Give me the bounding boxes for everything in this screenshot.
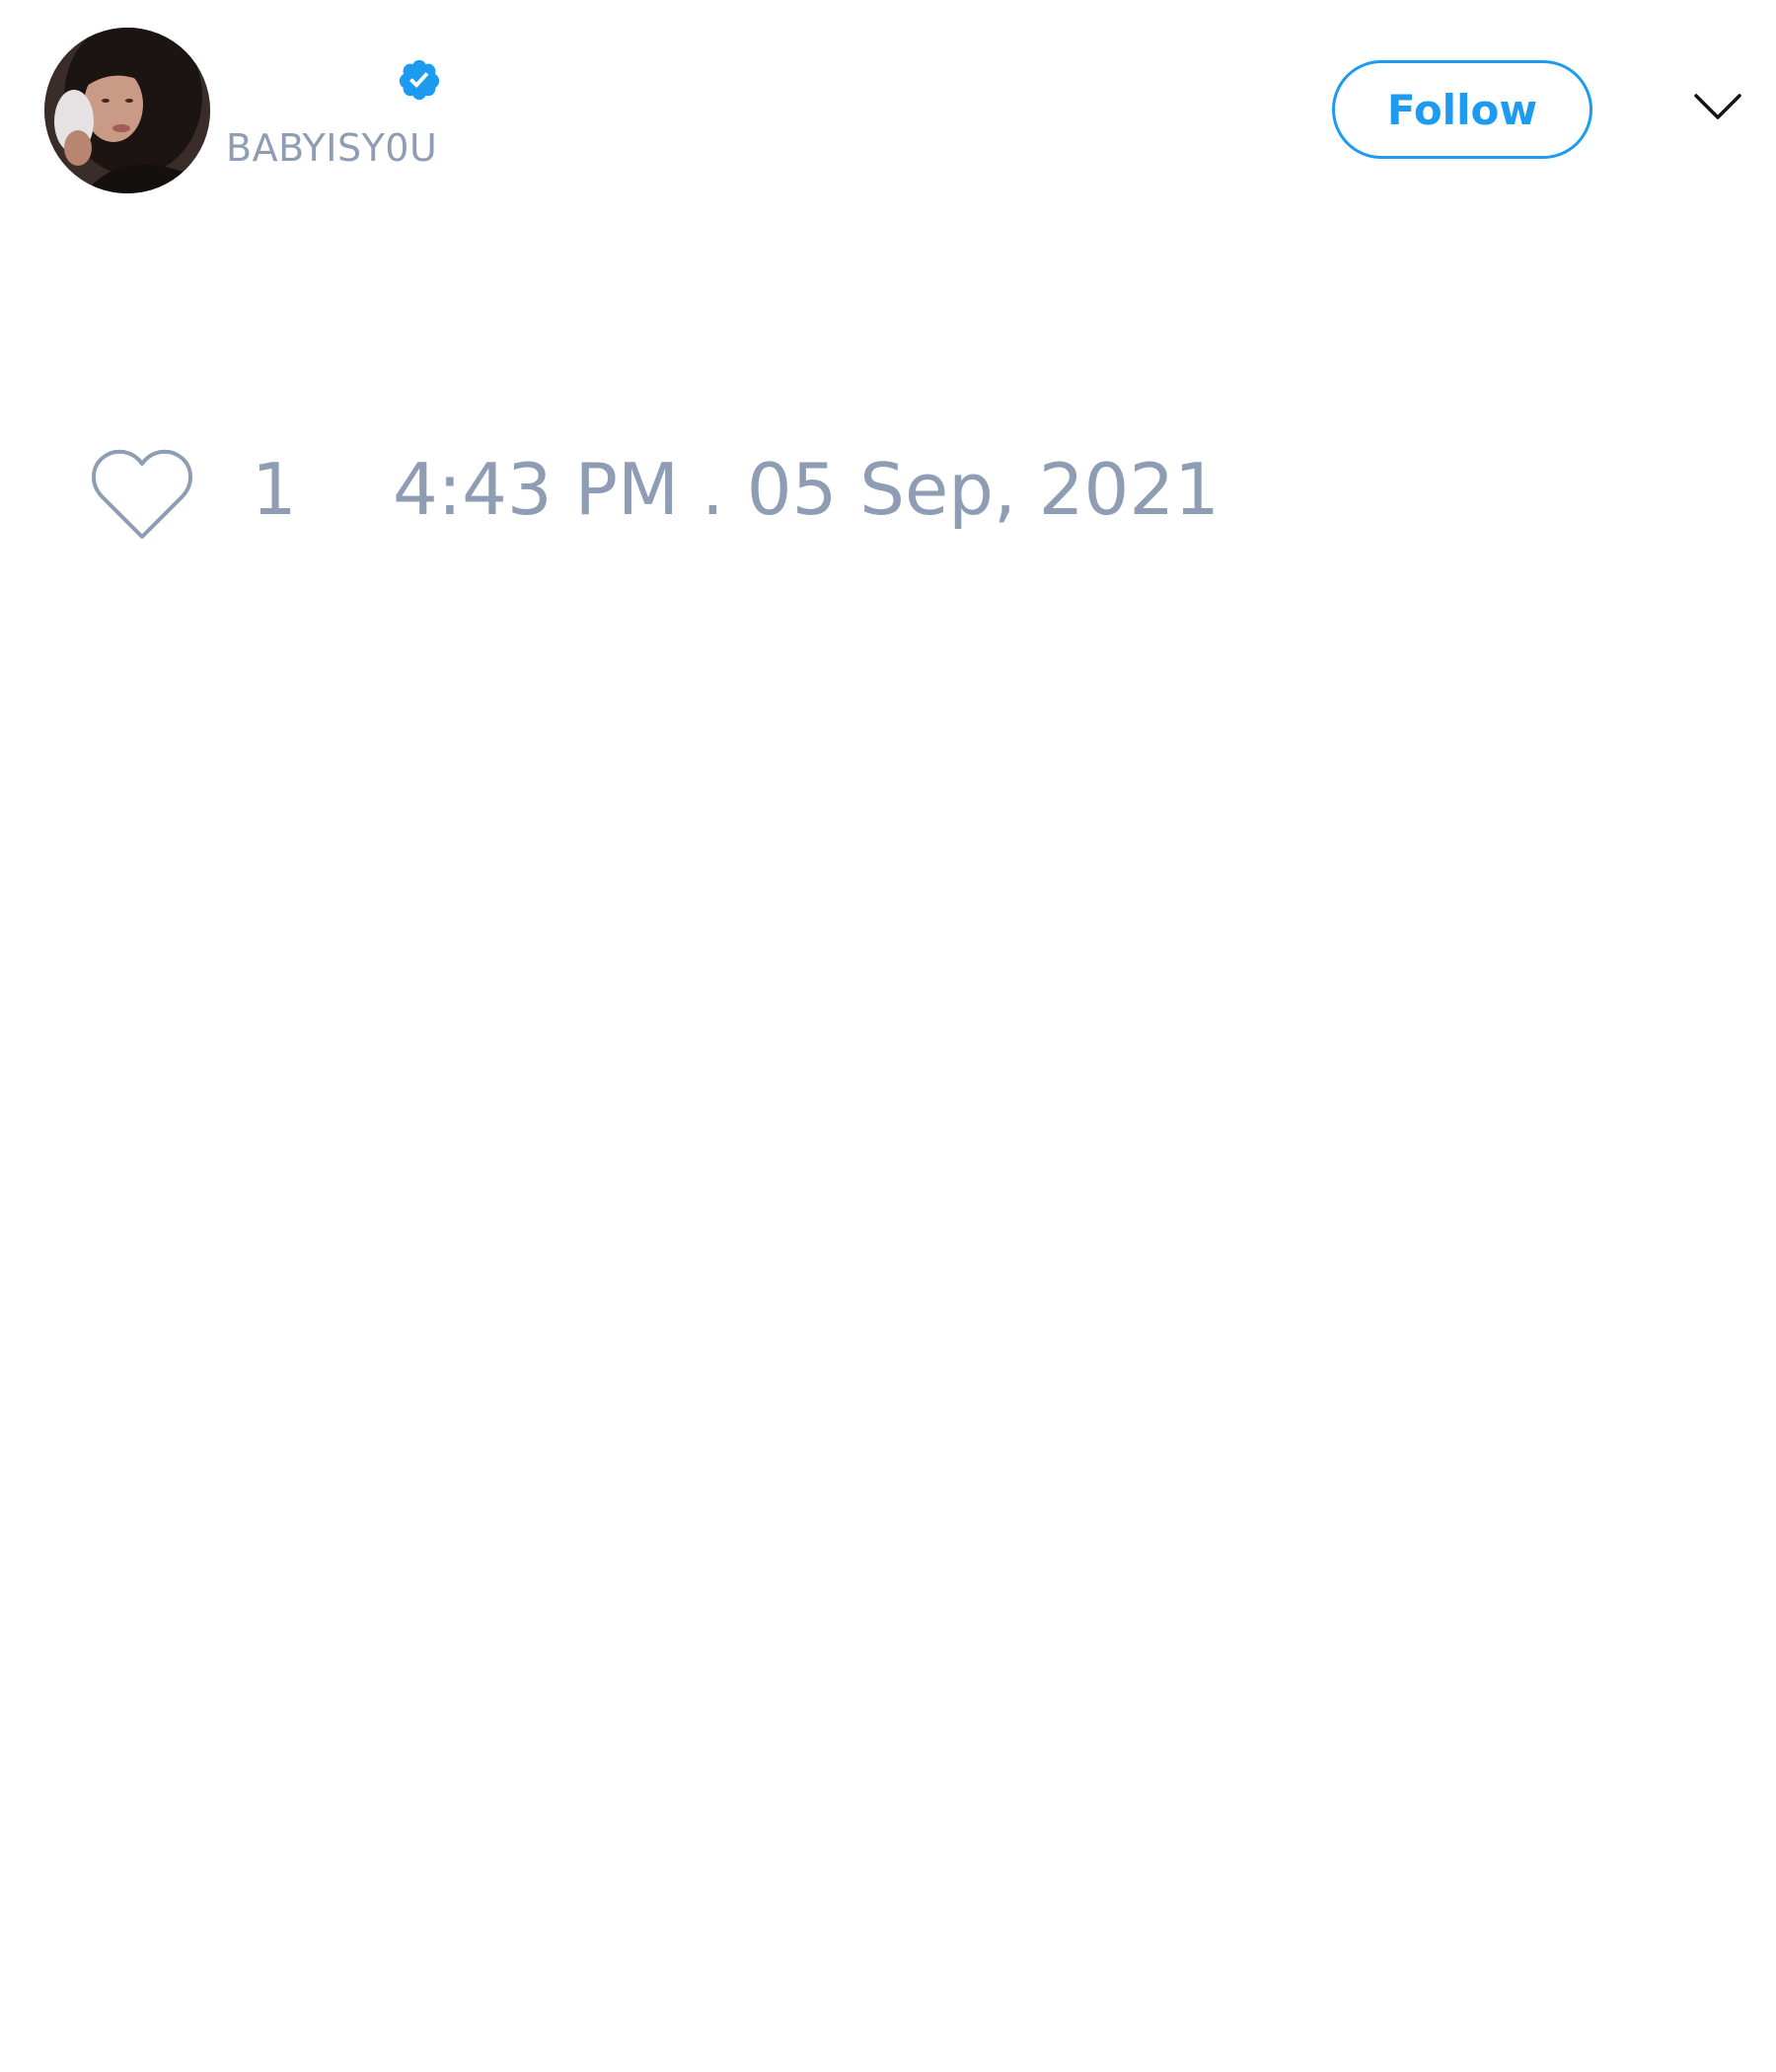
verified-badge-icon: [399, 59, 440, 101]
follow-button[interactable]: Follow: [1332, 60, 1592, 159]
chevron-down-icon[interactable]: [1693, 91, 1742, 122]
tweet-card: BABYISY0U Follow 1 4:43 PM . 05 Sep, 202…: [0, 0, 1776, 2072]
avatar[interactable]: [44, 28, 210, 193]
tweet-timestamp[interactable]: 4:43 PM . 05 Sep, 2021: [393, 454, 1220, 525]
author-handle[interactable]: BABYISY0U: [226, 126, 437, 170]
avatar-image: [44, 28, 210, 193]
like-count: 1: [252, 448, 297, 531]
heart-outline-icon[interactable]: [89, 446, 195, 545]
